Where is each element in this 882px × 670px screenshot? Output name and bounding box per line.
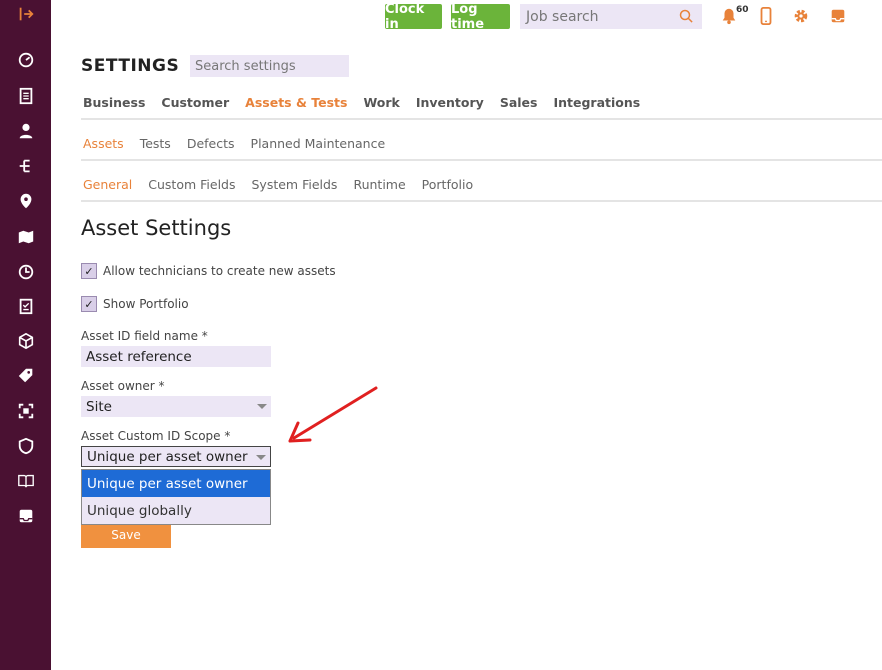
tab-business[interactable]: Business — [83, 95, 145, 110]
show-portfolio-label: Show Portfolio — [103, 297, 189, 311]
option-unique-globally[interactable]: Unique globally — [82, 497, 270, 524]
hierarchy-icon[interactable] — [16, 156, 36, 176]
tab-customer[interactable]: Customer — [161, 95, 229, 110]
settings-search-input[interactable]: Search settings — [190, 55, 349, 77]
divider — [81, 159, 882, 161]
sub-tabs: Assets Tests Defects Planned Maintenance — [83, 136, 401, 151]
asset-id-label: Asset ID field name * — [81, 329, 208, 343]
custom-id-scope-value: Unique per asset owner — [87, 448, 248, 465]
section-tabs: General Custom Fields System Fields Runt… — [83, 177, 489, 192]
clock-icon[interactable] — [16, 262, 36, 282]
asset-id-value: Asset reference — [86, 348, 192, 365]
user-icon[interactable] — [16, 121, 36, 141]
location-pin-icon[interactable] — [16, 191, 36, 211]
job-search-placeholder: Job search — [526, 8, 599, 25]
tab-work[interactable]: Work — [363, 95, 399, 110]
tab-tests[interactable]: Tests — [140, 136, 171, 151]
document-list-icon[interactable] — [16, 86, 36, 106]
tab-integrations[interactable]: Integrations — [553, 95, 640, 110]
tab-custom-fields[interactable]: Custom Fields — [148, 177, 235, 192]
log-time-button[interactable]: Log time — [451, 2, 510, 32]
book-icon[interactable] — [16, 471, 36, 491]
show-portfolio-checkbox[interactable]: ✓ — [81, 296, 97, 312]
search-icon[interactable] — [679, 9, 694, 24]
chevron-down-icon — [256, 455, 266, 460]
tab-planned-maintenance[interactable]: Planned Maintenance — [251, 136, 386, 151]
asset-owner-select[interactable]: Site — [81, 396, 271, 417]
sidebar — [0, 0, 51, 670]
box-icon[interactable] — [16, 331, 36, 351]
scan-icon[interactable] — [16, 401, 36, 421]
save-button[interactable]: Save — [81, 522, 171, 548]
page-title: SETTINGS — [81, 56, 180, 76]
annotation-arrow-icon — [288, 386, 378, 443]
checklist-icon[interactable] — [16, 296, 36, 316]
tag-icon[interactable] — [16, 366, 36, 386]
clock-in-button[interactable]: Clock in — [385, 2, 442, 32]
mobile-icon[interactable] — [757, 7, 775, 25]
custom-id-scope-label: Asset Custom ID Scope * — [81, 429, 231, 443]
asset-id-field[interactable]: Asset reference — [81, 346, 271, 367]
map-icon[interactable] — [16, 227, 36, 247]
shield-icon[interactable] — [16, 436, 36, 456]
gear-icon[interactable] — [792, 7, 810, 25]
tab-portfolio[interactable]: Portfolio — [422, 177, 473, 192]
tab-inventory[interactable]: Inventory — [416, 95, 484, 110]
show-portfolio-row: ✓ Show Portfolio — [81, 296, 189, 312]
tab-runtime[interactable]: Runtime — [353, 177, 405, 192]
section-heading: Asset Settings — [81, 216, 232, 240]
divider — [81, 118, 882, 120]
asset-owner-label: Asset owner * — [81, 379, 165, 393]
job-search-input[interactable]: Job search — [520, 4, 702, 29]
allow-technicians-checkbox[interactable]: ✓ — [81, 263, 97, 279]
dashboard-icon[interactable] — [16, 50, 36, 70]
tab-system-fields[interactable]: System Fields — [252, 177, 338, 192]
tab-sales[interactable]: Sales — [500, 95, 538, 110]
tab-defects[interactable]: Defects — [187, 136, 235, 151]
option-unique-per-asset-owner[interactable]: Unique per asset owner — [82, 470, 270, 497]
inbox-icon[interactable] — [16, 506, 36, 526]
custom-id-scope-options: Unique per asset owner Unique globally — [81, 469, 271, 525]
asset-owner-value: Site — [86, 398, 112, 415]
chevron-down-icon — [257, 404, 267, 409]
main-tabs: Business Customer Assets & Tests Work In… — [83, 95, 656, 110]
divider — [81, 200, 882, 202]
settings-search-placeholder: Search settings — [195, 58, 296, 74]
custom-id-scope-select[interactable]: Unique per asset owner — [81, 446, 271, 467]
allow-technicians-row: ✓ Allow technicians to create new assets — [81, 263, 336, 279]
allow-technicians-label: Allow technicians to create new assets — [103, 264, 336, 278]
inbox-tray-icon[interactable] — [829, 7, 847, 25]
collapse-icon[interactable] — [16, 4, 36, 24]
notification-count: 60 — [736, 5, 749, 15]
tab-general[interactable]: General — [83, 177, 132, 192]
tab-assets[interactable]: Assets — [83, 136, 124, 151]
tab-assets-tests[interactable]: Assets & Tests — [245, 95, 347, 110]
